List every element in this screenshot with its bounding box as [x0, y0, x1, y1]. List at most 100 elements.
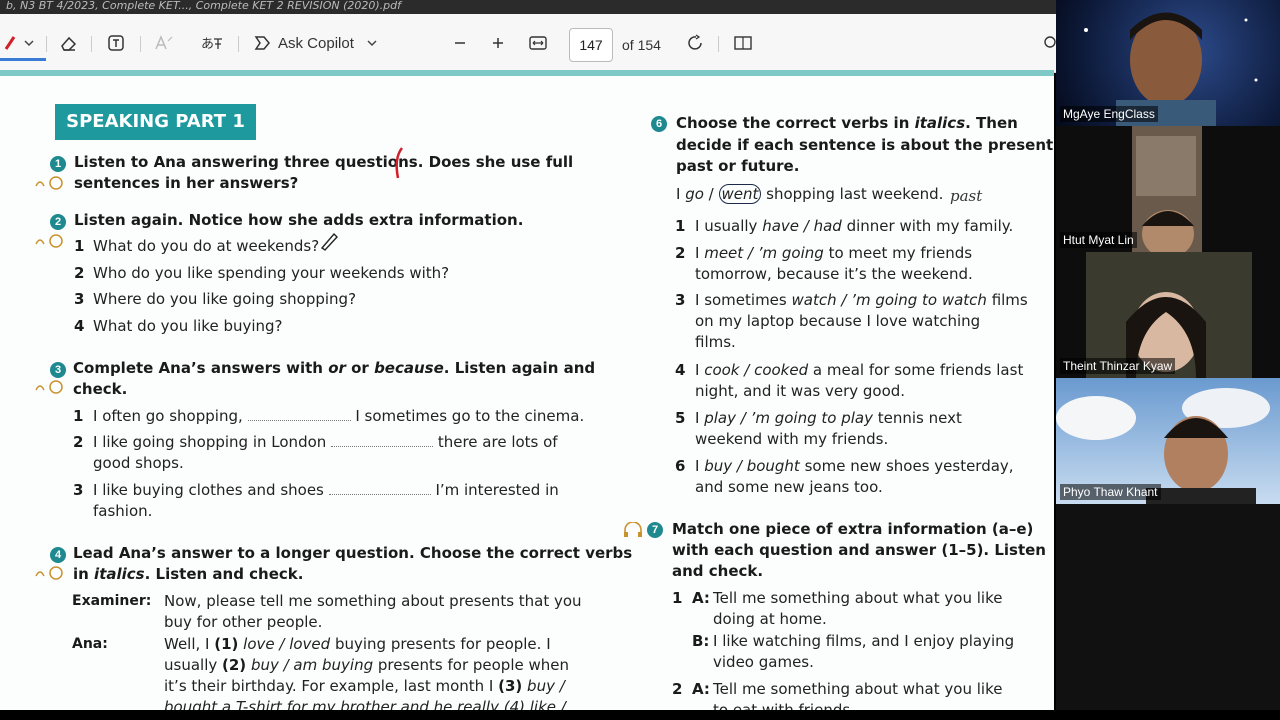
ask-copilot-label: Ask Copilot: [278, 34, 354, 52]
gap-number: (2): [222, 656, 247, 674]
text-part: /: [703, 185, 719, 203]
verb-choice: buy / bought: [704, 457, 800, 475]
ask-copilot-button[interactable]: Ask Copilot: [252, 28, 382, 58]
dialogue-line: it’s their birthday. For example, last m…: [164, 676, 565, 697]
heading-part: or: [345, 359, 375, 377]
answer-gap[interactable]: [331, 432, 434, 447]
text-part: I: [695, 361, 705, 379]
participant-name: Htut Myat Lin: [1060, 232, 1137, 248]
pen-tool-icon[interactable]: [0, 28, 20, 58]
item-number: 4: [74, 317, 85, 335]
exercise-3-heading: Complete Ana’s answers with or or becaus…: [73, 358, 595, 379]
audio-icon[interactable]: [34, 234, 63, 248]
item-number: 2: [73, 433, 84, 451]
handwritten-annotation: past: [950, 187, 983, 205]
exercise-4-line2: in italics. Listen and check.: [73, 564, 303, 585]
verb-choice: buy /: [522, 677, 565, 695]
participant-tile[interactable]: Theint Thinzar Kyaw: [1056, 252, 1280, 378]
text-part: it’s their birthday. For example, last m…: [164, 677, 499, 695]
eraser-icon[interactable]: [56, 28, 80, 58]
zoom-out-icon[interactable]: [450, 28, 470, 58]
gap-sentence: I often go shopping, I sometimes go to t…: [93, 406, 584, 427]
verb-choice: love / loved: [238, 635, 331, 653]
page-number-input[interactable]: 147: [569, 28, 613, 62]
sentence-part: I’m interested in: [435, 481, 559, 499]
exercise-3-line2: check.: [73, 380, 128, 398]
sentence-continuation: fashion.: [93, 502, 153, 520]
dialogue-line: doing at home.: [713, 610, 827, 628]
answer-gap[interactable]: [328, 480, 431, 495]
speaker-label: A:: [692, 589, 710, 607]
exercise-6-line2: decide if each sentence is about the pre…: [676, 136, 1054, 154]
sentence-continuation: films.: [695, 333, 736, 351]
heading-part: in: [73, 565, 95, 583]
exercise-sentence: I usually have / had dinner with my fami…: [695, 216, 1013, 237]
item-number: 2: [675, 244, 686, 262]
speaker-label: B:: [692, 632, 710, 650]
dialogue-line: Well, I (1) love / loved buying presents…: [164, 634, 551, 655]
answer-gap[interactable]: [247, 406, 351, 421]
audio-icon[interactable]: [622, 521, 648, 537]
exercise-number: 2: [50, 214, 66, 230]
sentence-part: I often go shopping,: [93, 407, 243, 425]
zoom-in-icon[interactable]: [488, 28, 508, 58]
heading-italic: or: [328, 359, 346, 377]
item-number: 5: [675, 409, 686, 427]
text-part: I: [676, 185, 686, 203]
rotate-icon[interactable]: [684, 28, 708, 58]
gap-number: (3): [498, 677, 523, 695]
sentence-part: I like buying clothes and shoes: [93, 481, 324, 499]
read-aloud-icon[interactable]: あ: [200, 28, 224, 58]
dialogue-line: usually (2) buy / am buying presents for…: [164, 655, 569, 676]
red-annotation-mark: [395, 147, 404, 179]
text-part: Well, I: [164, 635, 215, 653]
fit-page-icon[interactable]: [527, 28, 549, 58]
heading-part: Choose the correct verbs in: [676, 114, 915, 132]
item-number: 1: [672, 589, 683, 607]
exercise-1-line1: Listen to Ana answering three questions.…: [74, 153, 574, 171]
toolbar-divider: [91, 36, 92, 52]
question-text: What do you like buying?: [93, 317, 283, 335]
search-icon[interactable]: [1042, 28, 1056, 58]
text-box-icon[interactable]: [104, 28, 128, 58]
bottom-edge: [0, 710, 1280, 720]
item-number: 6: [675, 457, 686, 475]
dialogue-line: Tell me something about what you like: [713, 680, 1003, 698]
chevron-down-icon: [367, 40, 377, 47]
participant-tile[interactable]: Phyo Thaw Khant: [1056, 378, 1280, 504]
audio-icon[interactable]: [34, 566, 63, 580]
item-number: 2: [74, 264, 85, 282]
participant-name: Theint Thinzar Kyaw: [1060, 358, 1176, 374]
text-part: usually: [164, 656, 223, 674]
text-part: presents for people when: [373, 656, 569, 674]
pdf-toolbar: あ Ask Copilot: [0, 14, 1056, 73]
verb-choice: play / ’m going to play: [704, 409, 873, 427]
exercise-number: 1: [50, 156, 66, 172]
svg-text:あ: あ: [201, 37, 214, 51]
toolbar-divider: [140, 36, 141, 52]
audio-icon[interactable]: [34, 176, 63, 190]
text-part: films: [986, 291, 1028, 309]
heading-part: Complete Ana’s answers with: [73, 359, 329, 377]
sentence-continuation: good shops.: [93, 454, 184, 472]
chevron-down-icon[interactable]: [20, 28, 38, 58]
gap-sentence: I like buying clothes and shoes I’m inte…: [93, 480, 559, 501]
participant-tile[interactable]: MgAye EngClass: [1056, 0, 1280, 126]
exercise-sentence: I meet / ’m going to meet my friends: [695, 243, 972, 264]
active-tool-indicator: [0, 58, 46, 61]
participant-name: Phyo Thaw Khant: [1060, 484, 1161, 500]
participant-tile[interactable]: Htut Myat Lin: [1056, 126, 1280, 252]
heading-italic: because: [374, 359, 444, 377]
page-view-icon[interactable]: [731, 28, 755, 58]
exercise-6-line1: Choose the correct verbs in italics. The…: [676, 113, 1018, 134]
item-number: 1: [73, 407, 84, 425]
sentence-continuation: and some new jeans too.: [695, 478, 883, 496]
text-style-icon[interactable]: [152, 28, 176, 58]
exercise-2-heading: Listen again. Notice how she adds extra …: [74, 211, 524, 229]
toolbar-divider: [46, 36, 47, 52]
exercise-sentence: I play / ’m going to play tennis next: [695, 408, 962, 429]
audio-icon[interactable]: [34, 380, 63, 394]
text-part: I: [695, 457, 705, 475]
speaker-label: Ana:: [72, 636, 108, 652]
copilot-icon: [254, 36, 270, 50]
